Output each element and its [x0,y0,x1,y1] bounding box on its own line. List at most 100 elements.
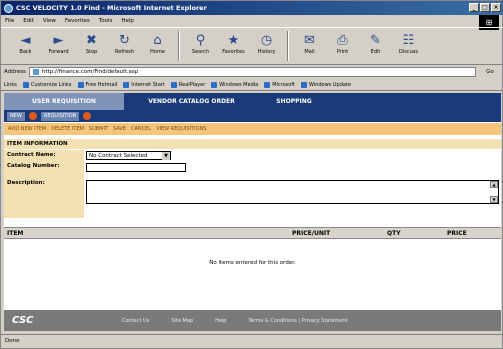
forward-button[interactable]: ► Forward [42,28,75,62]
footer-help[interactable]: Help [215,318,226,324]
link-icon [123,81,130,88]
address-label: Address [4,69,26,75]
stop-button[interactable]: ✖ Stop [75,28,108,62]
edit-icon: ✎ [370,32,381,48]
status-bar: Done [1,334,503,348]
action-submit[interactable]: SUBMIT [89,126,108,132]
scroll-down-icon[interactable]: ▼ [490,196,498,203]
mail-label: Mail [304,49,315,55]
menu-file[interactable]: File [5,18,14,24]
footer-contact-us[interactable]: Contact Us [122,318,149,324]
action-save[interactable]: SAVE [113,126,126,132]
link-label: RealPlayer [178,81,206,88]
link-microsoft[interactable]: Microsoft [264,81,295,88]
page-icon [32,69,39,75]
links-label: Links [4,81,17,88]
col-qty: QTY [387,230,401,237]
browser-window: CSC VELOCITY 1.0 Find - Microsoft Intern… [0,0,503,349]
print-button[interactable]: ⎙ Print [326,28,359,62]
refresh-label: Refresh [115,49,134,55]
csc-logo: CSC [12,315,34,326]
discuss-label: Discuss [399,49,418,55]
search-button[interactable]: ⚲ Search [184,28,217,62]
link-windows-media[interactable]: Windows Media [211,81,258,88]
link-label: Windows Update [308,81,351,88]
favorites-label: Favorites [222,49,245,55]
discuss-button[interactable]: ☷ Discuss [392,28,425,62]
link-hotmail[interactable]: Free Hotmail [77,81,117,88]
link-windows-update[interactable]: Windows Update [300,81,351,88]
empty-grid-message: No items entered for this order. [209,260,296,266]
dropdown-icon[interactable]: ▼ [162,152,170,160]
footer-site-map[interactable]: Site Map [171,318,193,324]
home-button[interactable]: ⌂ Home [141,28,174,62]
items-grid-header: ITEM PRICE/UNIT QTY PRICE [4,227,501,239]
back-label: Back [19,49,32,55]
action-cancel[interactable]: CANCEL [131,126,151,132]
print-icon: ⎙ [337,32,348,48]
favorites-icon: ★ [227,32,240,48]
mail-button[interactable]: ✉ Mail [293,28,326,62]
sub-requisition[interactable]: REQUISITION [40,111,80,121]
menu-view[interactable]: View [43,18,56,24]
forward-icon: ► [53,32,64,48]
action-bar: ADD NEW ITEM DELETE ITEM SUBMIT SAVE CAN… [4,123,501,135]
tab-shopping[interactable]: SHOPPING [259,93,329,110]
stop-label: Stop [85,49,98,55]
toolbar-separator [178,31,180,61]
links-bar: Links Customize Links Free Hotmail Inter… [1,79,503,91]
tab-vendor-catalog-order[interactable]: VENDOR CATALOG ORDER [124,93,259,110]
history-button[interactable]: ◷ History [250,28,283,62]
link-customize[interactable]: Customize Links [22,81,72,88]
back-icon: ◄ [20,32,31,48]
menu-edit[interactable]: Edit [23,18,34,24]
link-realplayer[interactable]: RealPlayer [170,81,206,88]
scroll-up-icon[interactable]: ▲ [490,181,498,188]
col-price: PRICE [447,230,467,237]
tab-bar: USER REQUISITION VENDOR CATALOG ORDER SH… [4,93,501,110]
close-button[interactable]: × [491,3,501,12]
print-label: Print [336,49,349,55]
toolbar-separator [287,31,289,61]
link-label: Microsoft [272,81,295,88]
menu-help[interactable]: Help [121,18,134,24]
back-button[interactable]: ◄ Back [9,28,42,62]
sub-nav: NEW REQUISITION [4,110,501,122]
history-icon: ◷ [260,32,273,48]
sub-new[interactable]: NEW [7,111,25,121]
footer-terms-privacy[interactable]: Terms & Conditions | Privacy Statement [248,318,347,324]
col-item: ITEM [7,230,24,237]
link-icon [22,81,29,88]
search-icon: ⚲ [195,32,206,48]
page-content: USER REQUISITION VENDOR CATALOG ORDER SH… [4,93,501,331]
window-title: CSC VELOCITY 1.0 Find - Microsoft Intern… [16,4,207,12]
maximize-button[interactable]: □ [480,3,490,12]
address-bar: Address http://finance.com/Find/default.… [1,66,503,78]
action-add-new-item[interactable]: ADD NEW ITEM [8,126,46,132]
contract-select[interactable]: No Contract Selected ▼ [86,151,171,160]
alert-dot-icon [28,112,37,120]
contract-label: Contract Name: [7,152,56,158]
link-icon [77,81,84,88]
minimize-button[interactable]: _ [469,3,479,12]
tab-user-requisition[interactable]: USER REQUISITION [4,93,124,110]
address-input[interactable]: http://finance.com/Find/default.asp [28,67,476,77]
refresh-icon: ↻ [119,32,130,48]
refresh-button[interactable]: ↻ Refresh [108,28,141,62]
catalog-number-input[interactable] [86,163,186,172]
menu-favorites[interactable]: Favorites [65,18,90,24]
edit-button[interactable]: ✎ Edit [359,28,392,62]
link-internet-start[interactable]: Internet Start [123,81,165,88]
action-view-requisitions[interactable]: VIEW REQUISITIONS [156,126,206,132]
menu-tools[interactable]: Tools [99,18,113,24]
catalog-label: Catalog Number: [7,163,60,169]
go-button[interactable]: Go [479,67,501,77]
section-title: ITEM INFORMATION [4,139,501,149]
description-textarea[interactable]: ▲ ▼ [86,180,499,204]
home-icon: ⌂ [153,32,162,48]
favorites-button[interactable]: ★ Favorites [217,28,250,62]
address-url: http://finance.com/Find/default.asp [41,69,139,75]
link-icon [300,81,307,88]
action-delete-item[interactable]: DELETE ITEM [51,126,84,132]
home-label: Home [150,49,165,55]
